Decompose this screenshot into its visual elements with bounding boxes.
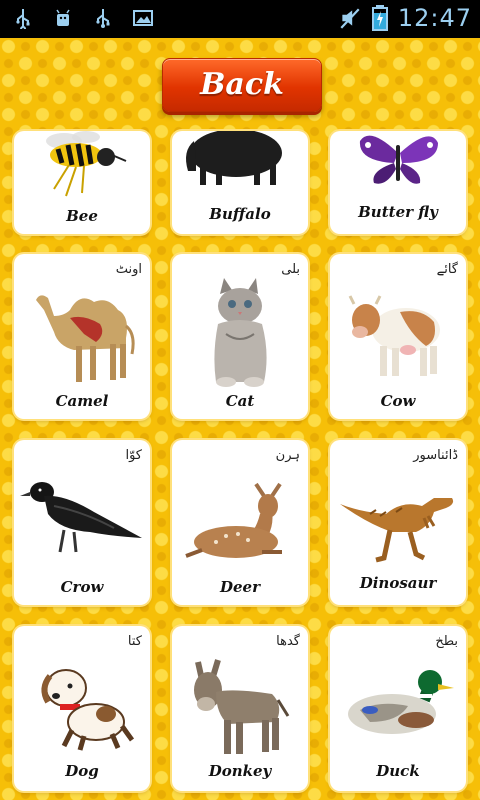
animal-card-cow[interactable]: گائے Cow: [330, 254, 466, 419]
animal-label: Donkey: [208, 762, 272, 780]
animal-card-crow[interactable]: کوّا Crow: [14, 440, 150, 605]
animal-card-cat[interactable]: بلی Cat: [172, 254, 308, 419]
animal-label: Dinosaur: [359, 574, 437, 592]
animal-card-buffalo[interactable]: Buffalo: [172, 131, 308, 234]
animal-card-deer[interactable]: ہرن Deer: [172, 440, 308, 605]
animal-label: Dog: [65, 762, 99, 780]
animal-label: Cow: [380, 392, 416, 410]
animal-card-duck[interactable]: بطخ Duck: [330, 626, 466, 791]
animal-card-bee[interactable]: Bee: [14, 131, 150, 234]
animal-label: Butter fly: [358, 203, 438, 221]
animal-label: Cat: [225, 392, 255, 410]
animal-card-camel[interactable]: اونٹ Camel: [14, 254, 150, 419]
animal-card-donkey[interactable]: گدھا Donkey: [172, 626, 308, 791]
animal-card-dinosaur[interactable]: ڈائناسور Dinosaur: [330, 440, 466, 605]
animal-grid: Bee Buffalo Butter fly اونٹ Camel بلی Ca…: [0, 0, 480, 800]
animal-label: Camel: [55, 392, 109, 410]
animal-label: Buffalo: [209, 205, 271, 223]
animal-label: Crow: [60, 578, 104, 596]
animal-label: Duck: [376, 762, 420, 780]
animal-label: Bee: [66, 207, 98, 225]
animal-card-dog[interactable]: کتا Dog: [14, 626, 150, 791]
animal-label: Deer: [220, 578, 260, 596]
animal-card-butterfly[interactable]: Butter fly: [330, 131, 466, 234]
